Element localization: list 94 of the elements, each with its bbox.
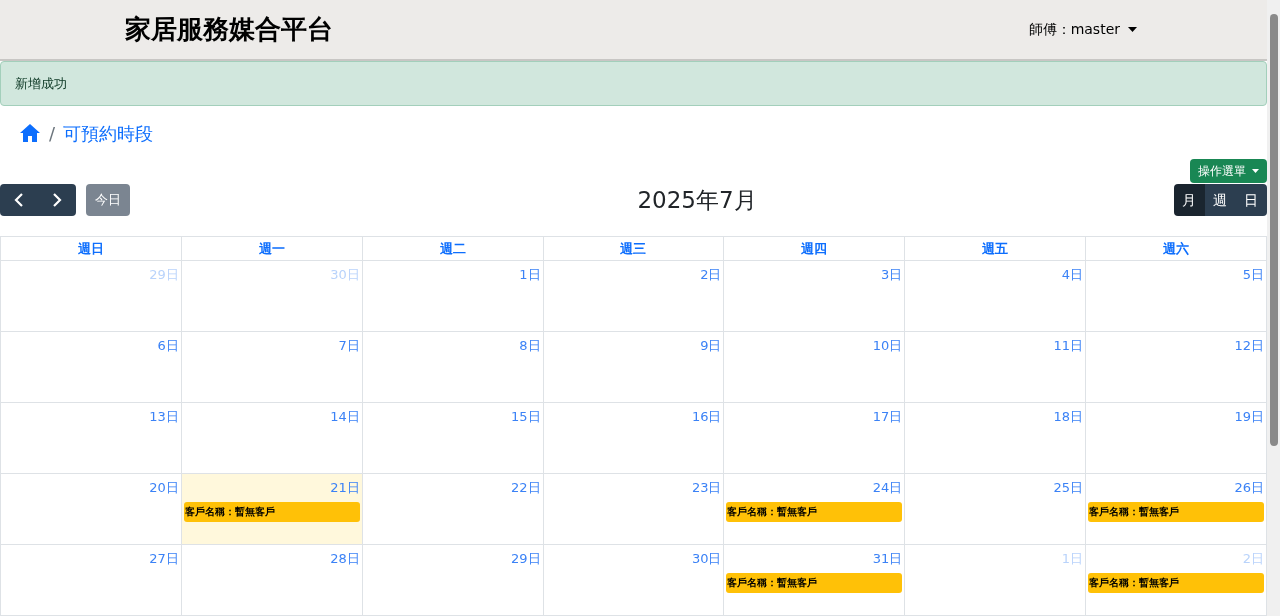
day-cell[interactable]: 2日 客戶名稱：暫無客戶 — [1086, 545, 1267, 616]
day-number[interactable]: 10日 — [872, 336, 903, 356]
weekday-header: 週二 — [439, 239, 466, 258]
caret-down-icon — [1128, 26, 1137, 32]
next-button[interactable] — [38, 184, 76, 216]
day-number[interactable]: 25日 — [1053, 478, 1084, 498]
day-cell[interactable]: 30日 — [543, 545, 725, 616]
day-cell[interactable]: 6日 — [1, 332, 182, 403]
day-number[interactable]: 30日 — [691, 549, 722, 569]
day-number[interactable]: 31日 — [872, 549, 903, 569]
day-cell[interactable]: 10日 — [724, 332, 906, 403]
day-number[interactable]: 28日 — [330, 549, 360, 569]
calendar-event[interactable]: 客戶名稱：暫無客戶 — [726, 501, 903, 522]
action-menu-button[interactable]: 操作選單 — [1190, 159, 1267, 183]
day-number[interactable]: 4日 — [1061, 265, 1084, 285]
weekday-header: 週日 — [77, 239, 104, 258]
chevron-left-icon — [14, 193, 24, 207]
day-cell[interactable]: 9日 — [543, 332, 725, 403]
day-cell[interactable]: 28日 — [181, 545, 363, 616]
weekday-header: 週三 — [620, 239, 647, 258]
day-number[interactable]: 9日 — [700, 336, 722, 356]
day-cell[interactable]: 14日 — [181, 403, 363, 474]
day-number[interactable]: 21日 — [330, 478, 360, 498]
day-cell[interactable]: 11日 — [905, 332, 1087, 403]
alert-message: 新增成功 — [15, 74, 67, 93]
day-number[interactable]: 13日 — [149, 407, 179, 427]
view-tab[interactable]: 月 — [1174, 184, 1205, 216]
day-number[interactable]: 3日 — [881, 265, 903, 285]
day-number[interactable]: 2日 — [700, 265, 722, 285]
day-cell[interactable]: 27日 — [1, 545, 182, 616]
day-cell[interactable]: 26日 客戶名稱：暫無客戶 — [1086, 474, 1267, 545]
day-number[interactable]: 26日 — [1234, 478, 1264, 498]
weekday-header: 週六 — [1163, 239, 1190, 258]
breadcrumb-separator: / — [49, 121, 56, 146]
day-number[interactable]: 27日 — [149, 549, 179, 569]
day-cell[interactable]: 7日 — [181, 332, 363, 403]
day-number[interactable]: 17日 — [872, 407, 903, 427]
scrollbar[interactable] — [1267, 0, 1280, 616]
day-cell[interactable]: 3日 — [724, 261, 906, 332]
day-cell[interactable]: 23日 — [543, 474, 725, 545]
day-cell[interactable]: 22日 — [362, 474, 544, 545]
calendar-event[interactable]: 客戶名稱：暫無客戶 — [1088, 501, 1264, 522]
day-number[interactable]: 14日 — [330, 407, 360, 427]
weekday-header: 週一 — [258, 239, 285, 258]
day-cell[interactable]: 1日 — [362, 261, 544, 332]
day-number[interactable]: 1日 — [519, 265, 541, 285]
today-button[interactable]: 今日 — [86, 184, 130, 216]
day-number[interactable]: 11日 — [1053, 336, 1084, 356]
day-number[interactable]: 24日 — [872, 478, 903, 498]
day-number[interactable]: 6日 — [157, 336, 179, 356]
home-icon[interactable] — [19, 123, 41, 143]
day-cell[interactable]: 8日 — [362, 332, 544, 403]
day-number[interactable]: 5日 — [1242, 265, 1264, 285]
calendar-event[interactable]: 客戶名稱：暫無客戶 — [183, 501, 360, 522]
day-number[interactable]: 23日 — [691, 478, 722, 498]
day-number[interactable]: 22日 — [511, 478, 541, 498]
site-title: 家居服務媒合平台 — [125, 12, 333, 46]
day-cell[interactable]: 15日 — [362, 403, 544, 474]
day-number[interactable]: 16日 — [691, 407, 722, 427]
day-number[interactable]: 7日 — [338, 336, 360, 356]
calendar-event[interactable]: 客戶名稱：暫無客戶 — [1088, 572, 1264, 593]
day-cell[interactable]: 24日 客戶名稱：暫無客戶 — [724, 474, 906, 545]
day-cell[interactable]: 17日 — [724, 403, 906, 474]
day-cell[interactable]: 2日 — [543, 261, 725, 332]
day-cell[interactable]: 18日 — [905, 403, 1087, 474]
day-cell[interactable]: 21日 客戶名稱：暫無客戶 — [181, 474, 363, 545]
day-cell[interactable]: 31日 客戶名稱：暫無客戶 — [724, 545, 906, 616]
weekday-header: 週四 — [801, 239, 828, 258]
day-number[interactable]: 8日 — [519, 336, 541, 356]
calendar-title: 2025年7月 — [637, 185, 757, 215]
day-cell[interactable]: 13日 — [1, 403, 182, 474]
day-cell[interactable]: 20日 — [1, 474, 182, 545]
day-cell[interactable]: 4日 — [905, 261, 1087, 332]
day-number[interactable]: 12日 — [1234, 336, 1264, 356]
user-menu[interactable]: 師傅：master — [1028, 18, 1137, 40]
weekday-header: 週五 — [982, 239, 1009, 258]
day-cell[interactable]: 12日 — [1086, 332, 1267, 403]
view-tab[interactable]: 週 — [1205, 184, 1236, 216]
breadcrumb-link[interactable]: 可預約時段 — [63, 119, 154, 147]
caret-down-icon — [1252, 169, 1259, 173]
day-cell[interactable]: 5日 — [1086, 261, 1267, 332]
day-number[interactable]: 20日 — [149, 478, 179, 498]
previous-button[interactable] — [0, 184, 38, 216]
view-tab[interactable]: 日 — [1236, 184, 1267, 216]
day-number[interactable]: 18日 — [1053, 407, 1084, 427]
calendar-event[interactable]: 客戶名稱：暫無客戶 — [726, 572, 903, 593]
day-cell[interactable]: 25日 — [905, 474, 1087, 545]
day-cell[interactable]: 19日 — [1086, 403, 1267, 474]
day-number[interactable]: 29日 — [511, 549, 541, 569]
day-number[interactable]: 15日 — [511, 407, 541, 427]
day-cell[interactable]: 29日 — [362, 545, 544, 616]
day-number[interactable]: 19日 — [1234, 407, 1264, 427]
chevron-right-icon — [52, 193, 62, 207]
day-cell[interactable]: 16日 — [543, 403, 725, 474]
